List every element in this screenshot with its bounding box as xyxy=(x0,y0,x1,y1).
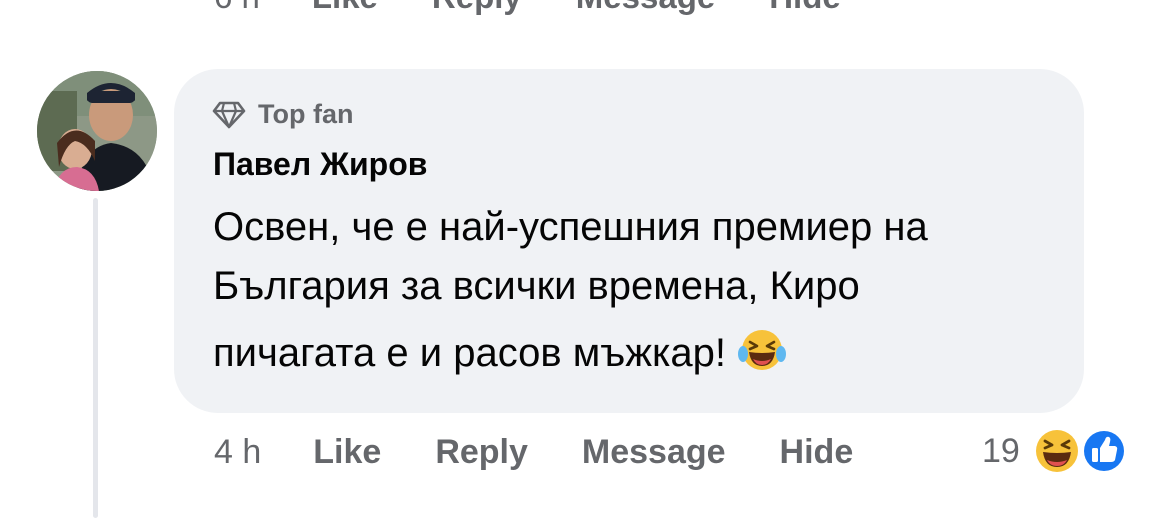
comment-line: България за всички времена, Киро xyxy=(213,264,860,308)
avatar-photo xyxy=(37,71,157,191)
comment-line: пичагата е и расов мъжкар! xyxy=(213,331,727,375)
message-button[interactable]: Message xyxy=(582,433,726,472)
badge-label: Top fan xyxy=(258,99,354,129)
laughing-tears-emoji-icon xyxy=(738,328,787,389)
comment-text: Освен, че е най-успешния премиер на Бълг… xyxy=(213,198,1073,389)
comment-time[interactable]: 4 h xyxy=(214,433,261,472)
diamond-icon xyxy=(212,101,246,128)
reaction-icons xyxy=(1030,425,1136,477)
comment-line: Освен, че е най-успешния премиер на xyxy=(213,205,928,249)
top-fan-badge[interactable]: Top fan xyxy=(212,99,353,130)
haha-reaction-icon xyxy=(1030,425,1084,482)
hide-button[interactable]: Hide xyxy=(780,433,854,472)
reactions-summary[interactable]: 19 xyxy=(982,425,1136,477)
comment-actions: 4 h Like Reply Message Hide xyxy=(214,428,907,476)
reaction-count: 19 xyxy=(982,431,1020,470)
previous-hide-button[interactable]: Hide xyxy=(769,0,841,16)
reply-button[interactable]: Reply xyxy=(435,433,528,472)
avatar[interactable] xyxy=(37,71,157,191)
previous-comment-actions: 6 h Like Reply Message Hide xyxy=(214,0,895,16)
previous-like-button[interactable]: Like xyxy=(312,0,378,16)
comment-line-last: пичагата е и расов мъжкар! xyxy=(213,324,1073,389)
previous-comment-time[interactable]: 6 h xyxy=(214,0,260,16)
like-button[interactable]: Like xyxy=(313,433,381,472)
reply-thread-line xyxy=(93,198,98,518)
previous-message-button[interactable]: Message xyxy=(576,0,715,16)
previous-reply-button[interactable]: Reply xyxy=(432,0,522,16)
like-reaction-icon xyxy=(1078,426,1130,481)
comment-author[interactable]: Павел Жиров xyxy=(213,146,427,183)
